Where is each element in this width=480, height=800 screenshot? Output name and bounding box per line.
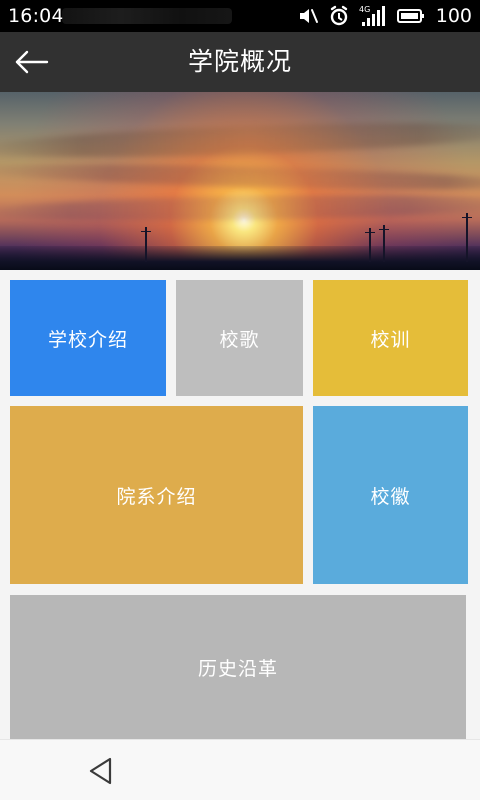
banner-pole	[379, 225, 389, 262]
school-introduction-tile[interactable]: 学校介绍	[10, 280, 166, 396]
banner-cloud-layer	[0, 116, 480, 164]
status-time: 16:04	[8, 5, 64, 27]
status-icons: 4G 100	[297, 4, 472, 28]
banner-cloud-layer	[0, 159, 480, 195]
app-screen: 16:04 4G 100 学院概况 学校介绍 校歌 校训 院系介绍 校徽 历史沿…	[0, 0, 480, 800]
history-evolution-tile[interactable]: 历史沿革	[10, 595, 466, 740]
tile-label: 学校介绍	[47, 328, 128, 351]
app-header: 学院概况	[0, 32, 480, 92]
tile-label: 校训	[370, 328, 411, 351]
system-back-button[interactable]	[86, 755, 116, 787]
page-title: 学院概况	[187, 47, 292, 76]
banner-horizon	[0, 246, 480, 270]
battery-icon	[396, 5, 426, 27]
tile-label: 校徽	[370, 485, 411, 508]
battery-percentage: 100	[435, 5, 472, 27]
status-bar: 16:04 4G 100	[0, 0, 480, 32]
status-obscured-area	[62, 8, 232, 24]
bottom-navigation-bar	[0, 739, 480, 800]
department-introduction-tile[interactable]: 院系介绍	[10, 406, 303, 584]
alarm-icon	[327, 4, 351, 28]
banner-cloud-layer	[0, 191, 480, 225]
tile-label: 校歌	[219, 328, 260, 351]
banner-pole	[141, 227, 151, 262]
school-song-tile[interactable]: 校歌	[176, 280, 303, 396]
triangle-back-icon	[89, 757, 112, 785]
banner-pole	[365, 228, 375, 262]
banner-pole	[462, 213, 472, 262]
tile-label: 院系介绍	[116, 485, 197, 508]
network-type: 4G	[359, 5, 370, 14]
tile-label: 历史沿革	[197, 658, 278, 680]
hero-banner	[0, 92, 480, 270]
signal-icon: 4G	[359, 4, 388, 28]
school-motto-tile[interactable]: 校训	[313, 280, 468, 396]
school-emblem-tile[interactable]: 校徽	[313, 406, 468, 584]
mute-icon	[297, 5, 319, 27]
